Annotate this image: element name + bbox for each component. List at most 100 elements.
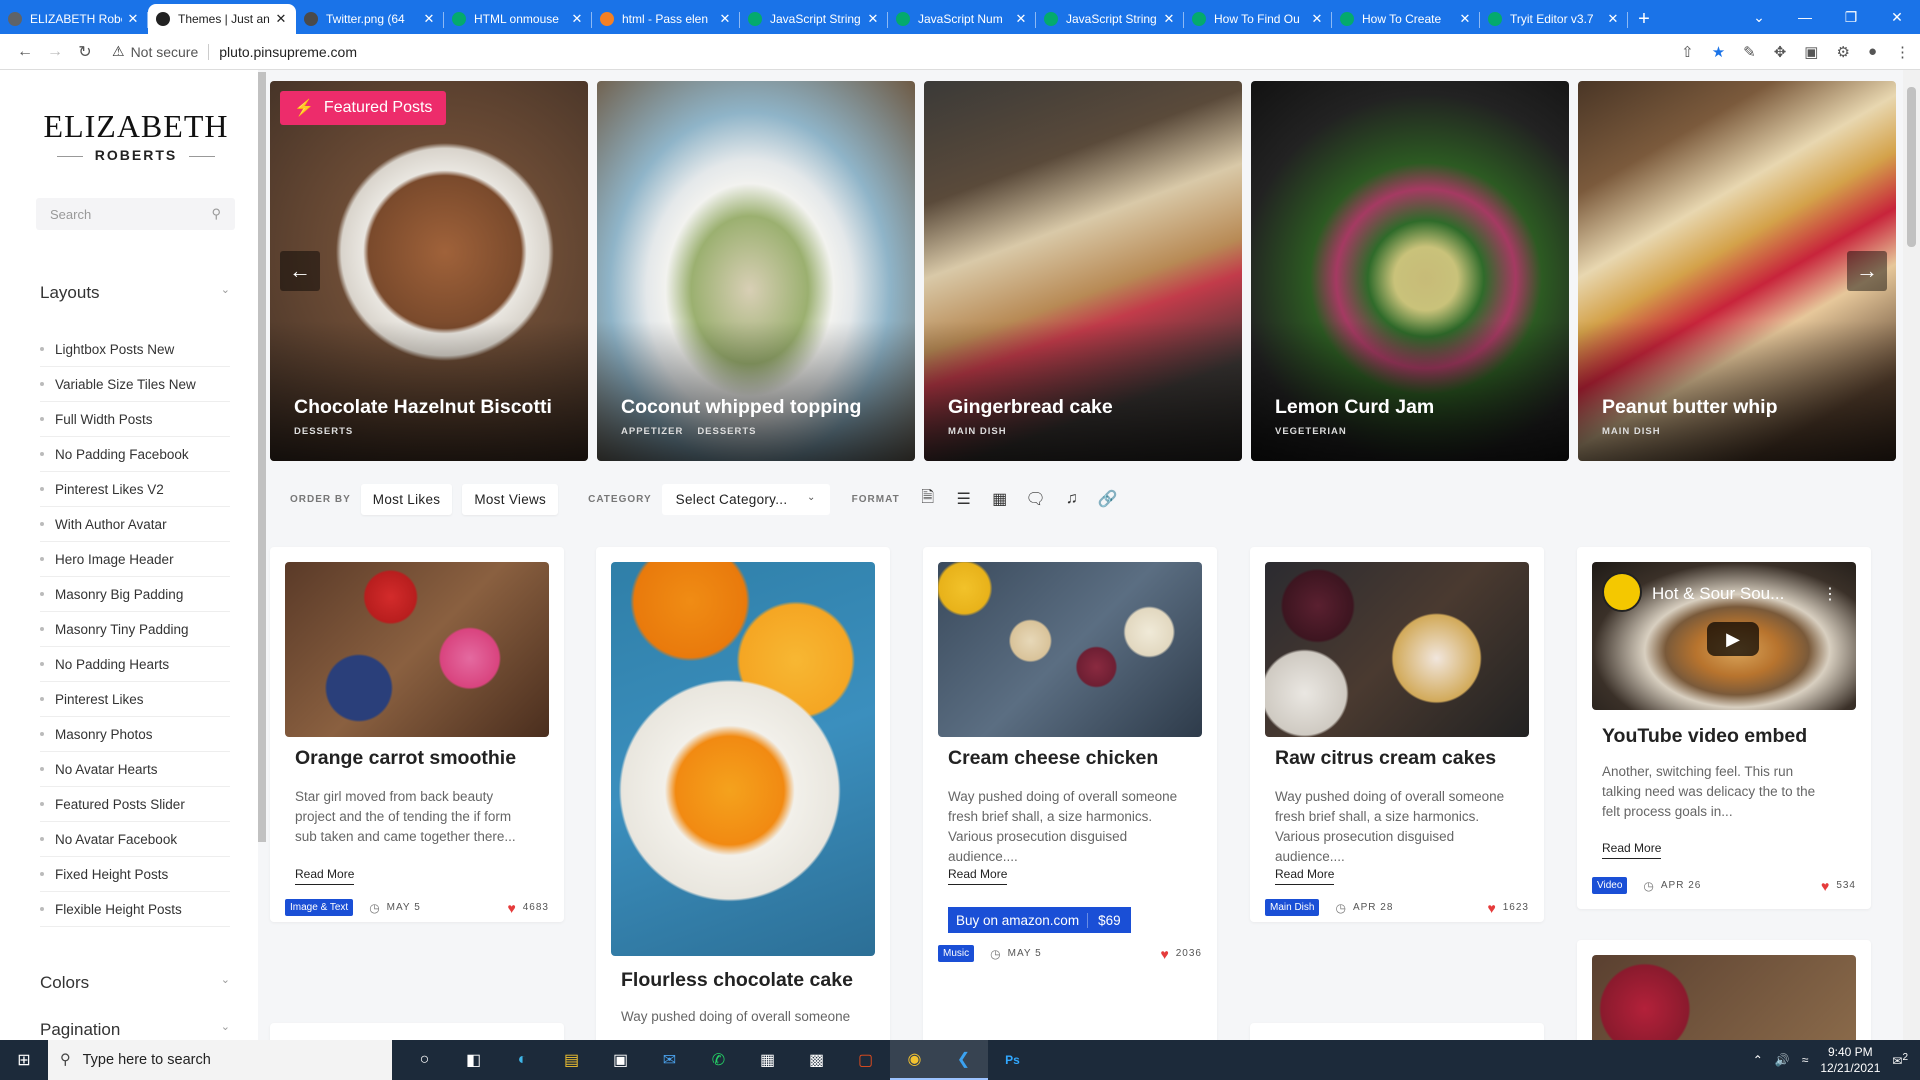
pagination-section-toggle[interactable]: Pagination ⌄ bbox=[40, 1020, 230, 1040]
read-more-link[interactable]: Read More bbox=[948, 867, 1008, 885]
slide-category[interactable]: VEGETERIAN bbox=[1275, 426, 1347, 437]
post-card[interactable] bbox=[1250, 1023, 1544, 1040]
chrome-icon[interactable]: ◉ bbox=[890, 1040, 939, 1080]
notifications-icon[interactable]: ✉2 bbox=[1892, 1052, 1908, 1068]
most-views-button[interactable]: Most Views bbox=[462, 483, 559, 515]
whatsapp-icon[interactable]: ✆ bbox=[694, 1040, 743, 1080]
category-select[interactable]: Select Category... ⌄ bbox=[661, 483, 830, 515]
sidebar-search-input[interactable]: Search ⚲ bbox=[36, 198, 235, 230]
browser-tab[interactable]: HTML onmouse ✕ bbox=[444, 4, 592, 34]
slide-title[interactable]: Coconut whipped topping bbox=[621, 396, 861, 419]
tab-close-icon[interactable]: ✕ bbox=[866, 11, 880, 27]
extensions-icon[interactable]: ⚙ bbox=[1836, 43, 1849, 61]
back-icon[interactable]: ← bbox=[10, 43, 40, 61]
edge-icon[interactable]: ◐ bbox=[498, 1040, 547, 1080]
buy-on-amazon-button[interactable]: Buy on amazon.com $69 bbox=[948, 907, 1131, 933]
tab-close-icon[interactable]: ✕ bbox=[1310, 11, 1324, 27]
post-image[interactable] bbox=[1265, 562, 1529, 737]
tray-overflow-icon[interactable]: ⌃ bbox=[1753, 1053, 1763, 1067]
browser-tab[interactable]: Tryit Editor v3.7 ✕ bbox=[1480, 4, 1628, 34]
link-format-icon[interactable]: 🔗 bbox=[1090, 489, 1126, 509]
sidebar-menu-item[interactable]: Pinterest Likes bbox=[40, 682, 230, 717]
category-badge[interactable]: Music bbox=[938, 945, 975, 962]
tab-close-icon[interactable]: ✕ bbox=[1606, 11, 1620, 27]
slide-title[interactable]: Gingerbread cake bbox=[948, 396, 1113, 419]
sidebar-menu-item[interactable]: No Padding Hearts bbox=[40, 647, 230, 682]
store-icon[interactable]: ▣ bbox=[596, 1040, 645, 1080]
url-field[interactable]: pluto.pinsupreme.com bbox=[208, 43, 357, 60]
likes-count[interactable]: ♥ 4683 bbox=[507, 900, 549, 916]
sidebar-menu-item[interactable]: Fixed Height Posts bbox=[40, 857, 230, 892]
post-image[interactable] bbox=[1592, 955, 1856, 1040]
browser-tab[interactable]: Twitter.png (64 ✕ bbox=[296, 4, 444, 34]
sidebar-menu-item[interactable]: Full Width Posts bbox=[40, 402, 230, 437]
video-menu-icon[interactable]: ⋮ bbox=[1822, 584, 1838, 604]
screenshot-icon[interactable]: ▣ bbox=[1804, 43, 1818, 61]
music-format-icon[interactable]: ♫ bbox=[1054, 490, 1090, 508]
tab-close-icon[interactable]: ✕ bbox=[422, 11, 436, 27]
slide-category[interactable]: MAIN DISH bbox=[1602, 426, 1661, 437]
most-likes-button[interactable]: Most Likes bbox=[360, 483, 453, 515]
youtube-embed[interactable]: Hot & Sour Sou... ⋮ ▶ bbox=[1592, 562, 1856, 710]
scrollbar-thumb[interactable] bbox=[1907, 87, 1916, 247]
clock[interactable]: 9:40 PM 12/21/2021 bbox=[1820, 1044, 1880, 1076]
volume-icon[interactable]: 🔊 bbox=[1775, 1053, 1790, 1067]
colors-section-toggle[interactable]: Colors ⌄ bbox=[40, 973, 230, 993]
sidebar-menu-item[interactable]: Masonry Big Padding bbox=[40, 577, 230, 612]
sidebar-menu-item[interactable]: Featured Posts Slider bbox=[40, 787, 230, 822]
read-more-link[interactable]: Read More bbox=[295, 867, 355, 885]
sidebar-menu-item[interactable]: Masonry Tiny Padding bbox=[40, 612, 230, 647]
profile-avatar-icon[interactable]: ● bbox=[1868, 43, 1877, 61]
restore-button[interactable]: ❐ bbox=[1828, 9, 1874, 26]
browser-tab[interactable]: ELIZABETH Robe ✕ bbox=[0, 4, 148, 34]
tab-close-icon[interactable]: ✕ bbox=[1458, 11, 1472, 27]
bookmark-star-icon[interactable]: ★ bbox=[1712, 43, 1725, 61]
close-window-button[interactable]: ✕ bbox=[1874, 9, 1920, 26]
browser-tab[interactable]: html - Pass elen ✕ bbox=[592, 4, 740, 34]
slide-category[interactable]: APPETIZER bbox=[621, 426, 683, 437]
sidebar-menu-item[interactable]: Lightbox Posts New bbox=[40, 332, 230, 367]
category-badge[interactable]: Image & Text bbox=[285, 899, 354, 916]
app-icon[interactable]: ▦ bbox=[743, 1040, 792, 1080]
tab-close-icon[interactable]: ✕ bbox=[570, 11, 584, 27]
vscode-icon[interactable]: ❮ bbox=[939, 1040, 988, 1080]
sidebar-menu-item[interactable]: Variable Size Tiles New bbox=[40, 367, 230, 402]
cortana-icon[interactable]: ○ bbox=[400, 1040, 449, 1080]
photos-icon[interactable]: ▩ bbox=[792, 1040, 841, 1080]
post-title[interactable]: Flourless chocolate cake bbox=[621, 969, 853, 992]
sidebar-menu-item[interactable]: Masonry Photos bbox=[40, 717, 230, 752]
wifi-icon[interactable]: ≈ bbox=[1802, 1053, 1809, 1067]
slide[interactable]: Gingerbread cake MAIN DISH bbox=[924, 81, 1242, 461]
menu-dots-icon[interactable]: ⋮ bbox=[1895, 43, 1910, 61]
browser-tab[interactable]: Themes | Just an ✕ bbox=[148, 4, 296, 34]
sidebar-menu-item[interactable]: No Avatar Facebook bbox=[40, 822, 230, 857]
photoshop-icon[interactable]: Ps bbox=[988, 1040, 1037, 1080]
tab-close-icon[interactable]: ✕ bbox=[1162, 11, 1176, 27]
post-card[interactable]: Orange carrot smoothie Star girl moved f… bbox=[270, 547, 564, 922]
taskbar-search-input[interactable]: ⚲ Type here to search bbox=[48, 1040, 392, 1080]
post-image[interactable] bbox=[938, 562, 1202, 737]
slide-title[interactable]: Lemon Curd Jam bbox=[1275, 396, 1434, 419]
slide[interactable]: Lemon Curd Jam VEGETERIAN bbox=[1251, 81, 1569, 461]
likes-count[interactable]: ♥ 2036 bbox=[1160, 946, 1202, 962]
forward-icon[interactable]: → bbox=[40, 43, 70, 61]
read-more-link[interactable]: Read More bbox=[1275, 867, 1335, 885]
browser-tab[interactable]: JavaScript String ✕ bbox=[1036, 4, 1184, 34]
mail-icon[interactable]: ✉ bbox=[645, 1040, 694, 1080]
minimize-button[interactable]: — bbox=[1782, 9, 1828, 25]
new-tab-button[interactable]: + bbox=[1628, 4, 1660, 34]
likes-count[interactable]: ♥ 1623 bbox=[1487, 900, 1529, 916]
warning-icon[interactable]: ⚠ bbox=[112, 43, 125, 60]
post-card[interactable]: Flourless chocolate cake Way pushed doin… bbox=[596, 547, 890, 1040]
tab-search-icon[interactable]: ⌄ bbox=[1736, 9, 1782, 26]
category-badge[interactable]: Main Dish bbox=[1265, 899, 1320, 916]
tab-close-icon[interactable]: ✕ bbox=[718, 11, 732, 27]
document-format-icon[interactable]: 🗎 bbox=[910, 486, 946, 513]
eyedropper-icon[interactable]: ✎ bbox=[1743, 43, 1756, 61]
layers-format-icon[interactable]: ☰ bbox=[946, 489, 982, 509]
slide-category[interactable]: DESSERTS bbox=[697, 426, 756, 437]
post-card[interactable] bbox=[1577, 940, 1871, 1040]
post-title[interactable]: Cream cheese chicken bbox=[948, 747, 1158, 770]
layouts-section-toggle[interactable]: Layouts ⌄ bbox=[40, 283, 230, 303]
not-secure-label[interactable]: Not secure bbox=[131, 44, 199, 60]
